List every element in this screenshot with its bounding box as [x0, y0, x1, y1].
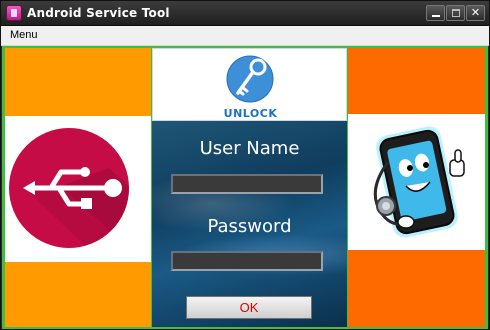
maximize-button[interactable] [446, 5, 465, 21]
close-icon: ✕ [470, 6, 481, 19]
username-field[interactable] [171, 174, 323, 194]
menu-item-menu[interactable]: Menu [10, 29, 38, 41]
password-label: Password [207, 216, 292, 237]
key-icon [226, 55, 274, 103]
unlock-logo-area: UNLOCK [152, 48, 347, 121]
phone-image-area [348, 114, 485, 250]
smartphone-doctor-illustration [373, 126, 465, 238]
app-window: Android Service Tool ✕ Menu UNLOCK User … [0, 0, 490, 330]
maximize-icon [452, 9, 460, 17]
close-button[interactable]: ✕ [466, 5, 485, 21]
usb-icon [9, 128, 129, 248]
password-field[interactable] [171, 251, 323, 271]
window-title: Android Service Tool [27, 6, 170, 20]
main-content: UNLOCK User Name Password OK [2, 46, 488, 329]
login-panel: UNLOCK User Name Password OK [152, 48, 347, 327]
minimize-icon [432, 15, 440, 17]
menu-bar: Menu [1, 26, 489, 46]
title-bar[interactable]: Android Service Tool ✕ [1, 1, 489, 26]
usb-image-area [5, 116, 151, 262]
unlock-label: UNLOCK [223, 107, 278, 120]
ok-button[interactable]: OK [186, 296, 312, 319]
right-panel [348, 48, 485, 327]
username-label: User Name [199, 138, 300, 159]
app-icon [6, 5, 22, 21]
left-panel [5, 48, 151, 327]
minimize-button[interactable] [426, 5, 445, 21]
